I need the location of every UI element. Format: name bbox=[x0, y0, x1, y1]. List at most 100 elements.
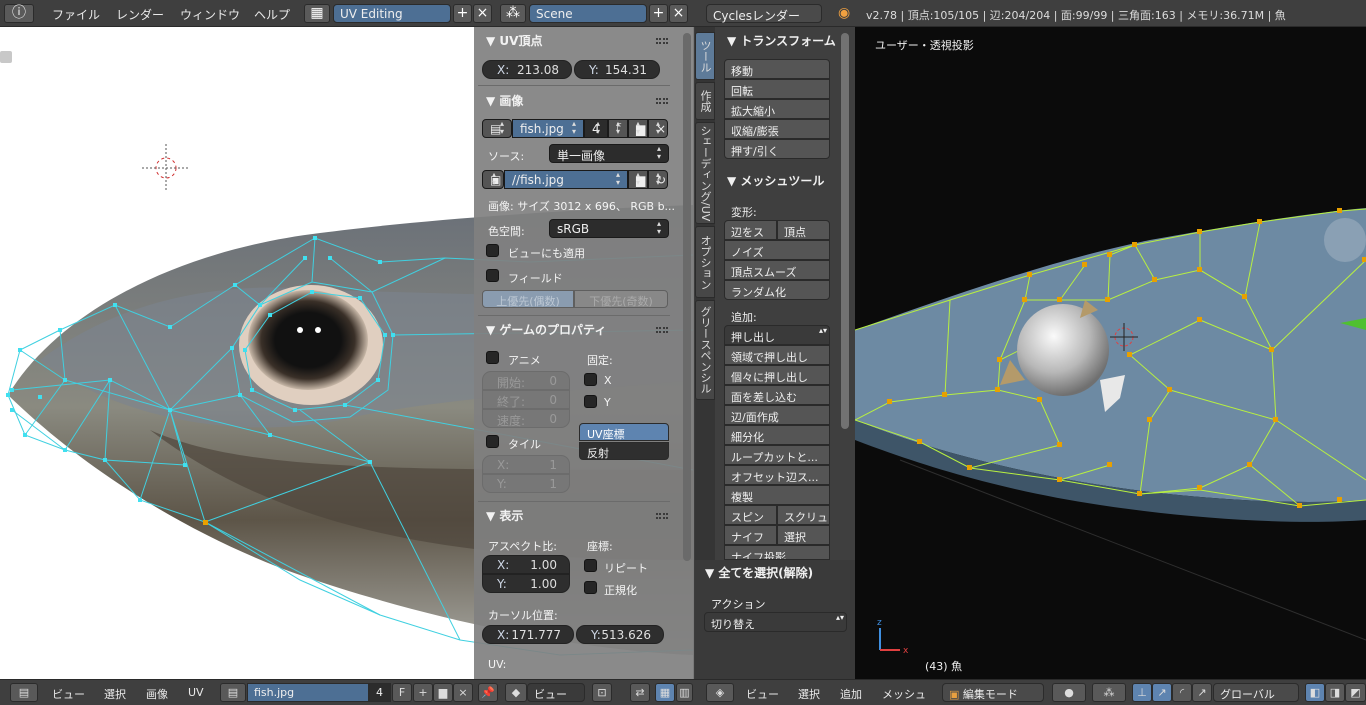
render-engine-dropdown[interactable]: Cyclesレンダー bbox=[706, 4, 822, 23]
action-dropdown[interactable]: 切り替え bbox=[704, 612, 847, 632]
smooth-vertex-button[interactable]: 頂点スムーズ bbox=[724, 260, 830, 280]
menu-render[interactable]: レンダー bbox=[116, 6, 164, 23]
tab-create[interactable]: 作成 bbox=[695, 82, 715, 120]
unlink-image-button[interactable]: × bbox=[648, 119, 668, 138]
duplicate-button[interactable]: 複製 bbox=[724, 485, 830, 505]
noise-button[interactable]: ノイズ bbox=[724, 240, 830, 260]
vp-menu-add[interactable]: 追加 bbox=[840, 686, 862, 702]
knife-project-button[interactable]: ナイフ投影 bbox=[724, 545, 830, 560]
screen-layout-icon[interactable]: ▦ bbox=[304, 4, 330, 23]
manipulator-toggle-icon[interactable]: ⊥ bbox=[1132, 683, 1152, 702]
clamp-x-checkbox[interactable] bbox=[584, 373, 597, 386]
image-browse-icon[interactable]: ▤ bbox=[482, 119, 512, 138]
region-toggle-icon[interactable] bbox=[0, 51, 12, 63]
delete-screen-button[interactable]: × bbox=[473, 4, 492, 23]
push-pull-button[interactable]: 押す/引く bbox=[724, 139, 830, 159]
image-header[interactable]: ▼ 画像 bbox=[486, 92, 523, 109]
image-name-field[interactable]: fish.jpg bbox=[512, 119, 584, 138]
vertex-select-mode-icon[interactable]: ◧ bbox=[1305, 683, 1325, 702]
tab-grease-pencil[interactable]: グリースペンシル bbox=[695, 300, 715, 400]
pivot-point-icon[interactable]: ⁂ bbox=[1092, 683, 1126, 702]
viewport-shading-icon[interactable]: ● bbox=[1052, 683, 1086, 702]
uv-sync-selection-icon[interactable]: ⇄ bbox=[630, 683, 650, 702]
mapping-uv-button[interactable]: UV座標 bbox=[579, 423, 669, 441]
footer-image-users[interactable]: 4 bbox=[369, 683, 391, 702]
extrude-dropdown[interactable]: 押し出し bbox=[724, 325, 830, 345]
image-browse-icon[interactable]: ▤ bbox=[220, 683, 246, 702]
vp-menu-select[interactable]: 選択 bbox=[798, 686, 820, 702]
tile-x-field[interactable]: X: 1 bbox=[482, 455, 570, 474]
game-properties-header[interactable]: ▼ ゲームのプロパティ bbox=[486, 321, 606, 338]
uv-vertex-y-field[interactable]: Y: 154.31 bbox=[574, 60, 660, 79]
uv-menu-select[interactable]: 選択 bbox=[104, 686, 126, 702]
rotate-manipulator-icon[interactable]: ◜ bbox=[1172, 683, 1192, 702]
vp-menu-view[interactable]: ビュー bbox=[746, 686, 779, 702]
make-edge-face-button[interactable]: 辺/面作成 bbox=[724, 405, 830, 425]
display-header[interactable]: ▼ 表示 bbox=[486, 507, 523, 524]
uv-menu-image[interactable]: 画像 bbox=[146, 686, 168, 702]
shrink-fatten-button[interactable]: 収縮/膨張 bbox=[724, 119, 830, 139]
normalized-checkbox[interactable] bbox=[584, 581, 597, 594]
uv-menu-uv[interactable]: UV bbox=[188, 686, 204, 699]
properties-scrollbar[interactable] bbox=[683, 33, 691, 561]
transform-header[interactable]: ▼ トランスフォーム bbox=[727, 32, 836, 49]
image-users-count[interactable]: 4 bbox=[584, 119, 608, 138]
pack-image-icon[interactable]: ▣ bbox=[482, 170, 504, 189]
mapping-reflection-button[interactable]: 反射 bbox=[579, 442, 669, 460]
clamp-y-checkbox[interactable] bbox=[584, 395, 597, 408]
colorspace-dropdown[interactable]: sRGB bbox=[549, 219, 669, 238]
open-image-folder-icon[interactable]: ▆ bbox=[628, 119, 648, 138]
panel-grip-icon[interactable] bbox=[656, 327, 668, 333]
uv-sticky-mode-icon[interactable]: ▥ bbox=[676, 683, 693, 702]
extrude-individual-button[interactable]: 個々に押し出し bbox=[724, 365, 830, 385]
edge-select-mode-icon[interactable]: ◨ bbox=[1325, 683, 1345, 702]
uv-select-mode-icon[interactable]: ▦ bbox=[655, 683, 675, 702]
footer-new-image-button[interactable]: + bbox=[413, 683, 433, 702]
panel-grip-icon[interactable] bbox=[656, 38, 668, 44]
lower-first-button[interactable]: 下優先(奇数) bbox=[574, 290, 668, 308]
rotate-button[interactable]: 回転 bbox=[724, 79, 830, 99]
tile-y-field[interactable]: Y: 1 bbox=[482, 474, 570, 493]
panel-grip-icon[interactable] bbox=[656, 98, 668, 104]
cursor-x-field[interactable]: X: 171.777 bbox=[482, 625, 574, 644]
2d-cursor-icon[interactable] bbox=[142, 144, 190, 192]
menu-window[interactable]: ウィンドウ bbox=[180, 6, 240, 23]
menu-help[interactable]: ヘルプ bbox=[254, 6, 290, 23]
menu-file[interactable]: ファイル bbox=[52, 6, 100, 23]
inset-faces-button[interactable]: 面を差し込む bbox=[724, 385, 830, 405]
spin-button[interactable]: スピン bbox=[724, 505, 777, 525]
vp-menu-mesh[interactable]: メッシュ bbox=[882, 686, 926, 702]
view-mode-icon[interactable]: ◆ bbox=[505, 683, 527, 702]
footer-image-name-field[interactable]: fish.jpg bbox=[247, 683, 369, 702]
extrude-region-button[interactable]: 領域で押し出し bbox=[724, 345, 830, 365]
select-all-header[interactable]: ▼ 全てを選択(解除) bbox=[705, 564, 813, 581]
footer-view-dropdown[interactable]: ビュー bbox=[527, 683, 585, 702]
offset-edge-slide-button[interactable]: オフセット辺ス... bbox=[724, 465, 830, 485]
repeat-checkbox[interactable] bbox=[584, 559, 597, 572]
loop-cut-slide-button[interactable]: ループカットと... bbox=[724, 445, 830, 465]
tile-checkbox[interactable] bbox=[486, 435, 499, 448]
fake-user-button[interactable]: F bbox=[608, 119, 628, 138]
knife-button[interactable]: ナイフ bbox=[724, 525, 777, 545]
3d-viewport[interactable]: z x ユーザー・透視投影 (43) 魚 bbox=[855, 27, 1366, 679]
panel-grip-icon[interactable] bbox=[837, 570, 849, 576]
scale-button[interactable]: 拡大縮小 bbox=[724, 99, 830, 119]
translate-button[interactable]: 移動 bbox=[724, 59, 830, 79]
browse-filepath-icon[interactable]: ▆ bbox=[628, 170, 648, 189]
screw-button[interactable]: スクリュ bbox=[777, 505, 830, 525]
vertex-slide-button[interactable]: 頂点 bbox=[777, 220, 830, 240]
scale-manipulator-icon[interactable]: ↗ bbox=[1192, 683, 1212, 702]
add-scene-button[interactable]: + bbox=[649, 4, 668, 23]
pivot-icon[interactable]: ⊡ bbox=[592, 683, 612, 702]
panel-grip-icon[interactable] bbox=[656, 513, 668, 519]
delete-scene-button[interactable]: × bbox=[669, 4, 688, 23]
cursor-y-field[interactable]: Y: 513.626 bbox=[576, 625, 664, 644]
fields-checkbox[interactable] bbox=[486, 269, 499, 282]
upper-first-button[interactable]: 上優先(偶数) bbox=[482, 290, 574, 308]
scene-icon[interactable]: ⁂ bbox=[500, 4, 526, 23]
viewport-canvas[interactable]: z x bbox=[855, 27, 1366, 679]
knife-select-button[interactable]: 選択 bbox=[777, 525, 830, 545]
subdivide-button[interactable]: 細分化 bbox=[724, 425, 830, 445]
interaction-mode-dropdown[interactable]: ▣ 編集モード bbox=[942, 683, 1044, 702]
tab-shading-uv[interactable]: シェーディング/UV bbox=[695, 122, 715, 224]
